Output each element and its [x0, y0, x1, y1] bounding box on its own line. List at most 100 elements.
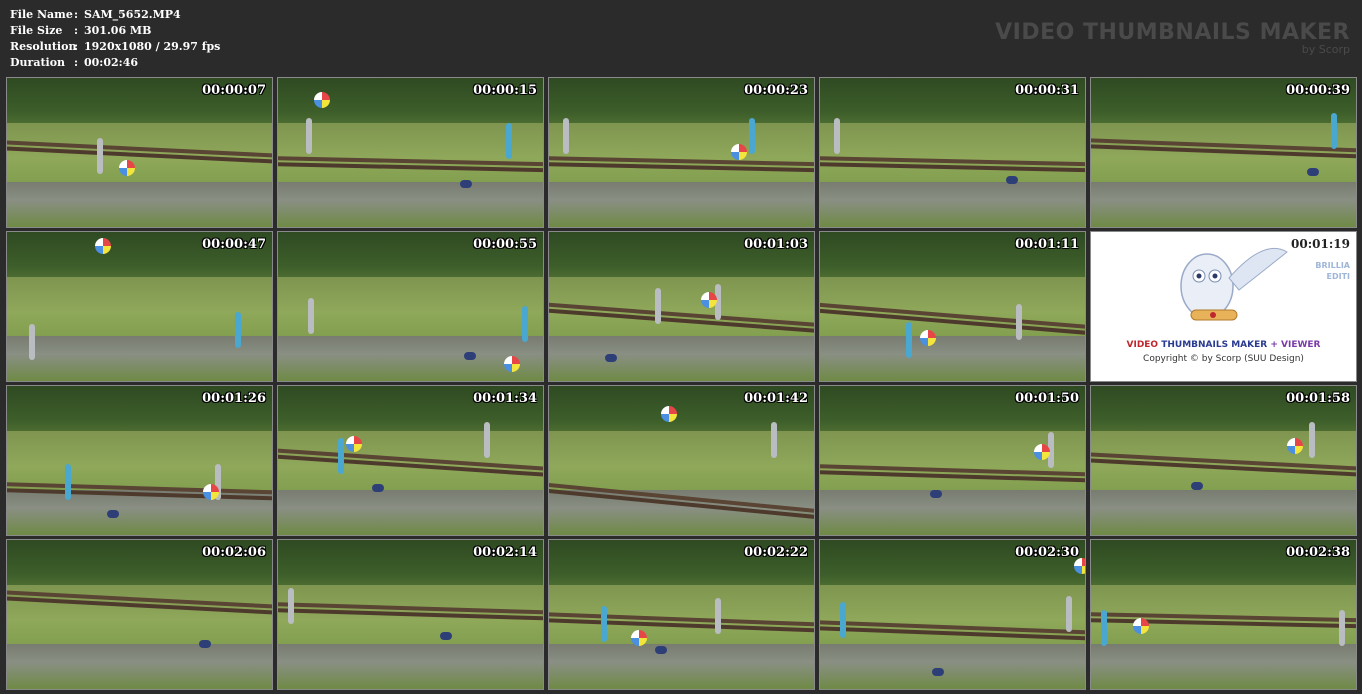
thumbnail[interactable]: 00:01:58 — [1090, 385, 1357, 536]
person — [1016, 304, 1022, 340]
thumbnail[interactable]: 00:00:47 — [6, 231, 273, 382]
person — [601, 606, 607, 642]
thumbnail-grid: 00:00:07 00:00:15 00:00:23 00:00:31 00:0… — [6, 77, 1357, 690]
ground — [549, 336, 814, 381]
video-frame — [549, 540, 814, 689]
person — [506, 123, 512, 159]
ground — [278, 490, 543, 535]
beach-ball — [95, 238, 111, 254]
timestamp: 00:01:34 — [473, 391, 537, 406]
video-frame — [7, 386, 272, 535]
timestamp: 00:02:06 — [202, 545, 266, 560]
thumbnail[interactable]: 00:00:31 — [819, 77, 1086, 228]
file-info: File Name : SAM_5652.MP4 File Size : 301… — [10, 7, 220, 71]
person — [655, 288, 661, 324]
thumbnail[interactable]: 00:02:06 — [6, 539, 273, 690]
beach-ball — [1287, 438, 1303, 454]
promo-side-2: EDITI — [1326, 272, 1350, 281]
person — [834, 118, 840, 154]
backpack — [930, 490, 942, 498]
thumbnail[interactable]: 00:00:07 — [6, 77, 273, 228]
video-frame — [820, 78, 1085, 227]
thumbnail[interactable]: 00:02:14 — [277, 539, 544, 690]
thumbnail[interactable]: 00:00:55 — [277, 231, 544, 382]
ground — [278, 182, 543, 227]
video-frame — [278, 540, 543, 689]
beach-ball — [631, 630, 647, 646]
thumbnail[interactable]: 00:02:38 — [1090, 539, 1357, 690]
thumbnail[interactable]: 00:00:15 — [277, 77, 544, 228]
promo-thumbnail[interactable]: BRILLIA EDITI VIDEO THUMBNAILS MAKER + V… — [1090, 231, 1357, 382]
thumbnail[interactable]: 00:01:03 — [548, 231, 815, 382]
backpack — [107, 510, 119, 518]
ground — [7, 336, 272, 381]
timestamp: 00:01:42 — [744, 391, 808, 406]
beach-ball — [701, 292, 717, 308]
promo-copyright: Copyright © by Scorp (SUU Design) — [1143, 354, 1304, 364]
promo-side-1: BRILLIA — [1315, 261, 1350, 270]
ground — [549, 644, 814, 689]
thumbnail[interactable]: 00:01:26 — [6, 385, 273, 536]
separator: : — [74, 40, 79, 53]
timestamp: 00:00:23 — [744, 83, 808, 98]
beach-ball — [504, 356, 520, 372]
separator: : — [74, 56, 79, 69]
timestamp: 00:01:19 — [1291, 237, 1350, 251]
timestamp: 00:01:50 — [1015, 391, 1079, 406]
timestamp: 00:02:22 — [744, 545, 808, 560]
thumbnail[interactable]: 00:01:42 — [548, 385, 815, 536]
video-frame — [549, 386, 814, 535]
video-frame — [820, 386, 1085, 535]
timestamp: 00:01:11 — [1015, 237, 1079, 252]
backpack — [1307, 168, 1319, 176]
ground — [7, 644, 272, 689]
person — [522, 306, 528, 342]
thumbnail[interactable]: 00:02:30 — [819, 539, 1086, 690]
separator: : — [74, 24, 79, 37]
thumbnail[interactable]: 00:01:11 — [819, 231, 1086, 382]
timestamp: 00:00:47 — [202, 237, 266, 252]
beach-ball — [1034, 444, 1050, 460]
brand-title: VIDEO THUMBNAILS MAKER — [995, 20, 1350, 45]
file-size-label: File Size — [10, 24, 63, 37]
backpack — [1191, 482, 1203, 490]
beach-ball — [661, 406, 677, 422]
duration-value: 00:02:46 — [84, 56, 139, 69]
backpack — [932, 668, 944, 676]
person — [308, 298, 314, 334]
ground — [549, 182, 814, 227]
beach-ball — [314, 92, 330, 108]
video-frame — [278, 232, 543, 381]
person — [306, 118, 312, 154]
timestamp: 00:02:38 — [1286, 545, 1350, 560]
backpack — [372, 484, 384, 492]
beach-ball — [1074, 558, 1085, 574]
ground — [1091, 644, 1356, 689]
video-frame — [1091, 386, 1356, 535]
thumbnail[interactable]: 00:01:50 — [819, 385, 1086, 536]
duration-row: Duration : 00:02:46 — [10, 55, 220, 71]
thumbnail[interactable]: 00:02:22 — [548, 539, 815, 690]
timestamp: 00:00:55 — [473, 237, 537, 252]
beach-ball — [203, 484, 219, 500]
person — [749, 118, 755, 154]
beach-ball — [920, 330, 936, 346]
video-frame — [1091, 78, 1356, 227]
backpack — [655, 646, 667, 654]
person — [1331, 113, 1337, 149]
timestamp: 00:02:30 — [1015, 545, 1079, 560]
thumbnail[interactable]: 00:01:34 — [277, 385, 544, 536]
beach-ball — [1133, 618, 1149, 634]
person — [1101, 610, 1107, 646]
person — [29, 324, 35, 360]
thumbnail[interactable]: 00:00:39 — [1090, 77, 1357, 228]
timestamp: 00:01:03 — [744, 237, 808, 252]
video-frame — [549, 78, 814, 227]
file-name-row: File Name : SAM_5652.MP4 — [10, 7, 220, 23]
backpack — [460, 180, 472, 188]
timestamp: 00:00:39 — [1286, 83, 1350, 98]
video-frame — [7, 540, 272, 689]
backpack — [199, 640, 211, 648]
ground — [7, 182, 272, 227]
thumbnail[interactable]: 00:00:23 — [548, 77, 815, 228]
